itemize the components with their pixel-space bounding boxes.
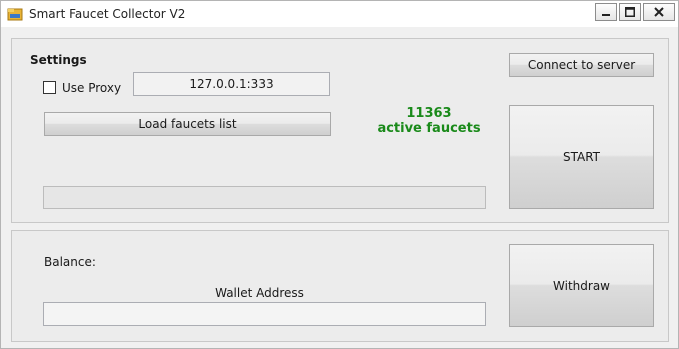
window-title: Smart Faucet Collector V2 xyxy=(29,7,186,21)
progress-bar xyxy=(43,186,486,209)
load-faucets-button[interactable]: Load faucets list xyxy=(44,112,331,136)
folder-app-icon xyxy=(7,6,23,22)
app-window: Smart Faucet Collector V2 Settings Use P… xyxy=(0,0,679,349)
connect-server-button[interactable]: Connect to server xyxy=(509,53,654,77)
wallet-group: Balance: Wallet Address Withdraw xyxy=(11,230,669,342)
minimize-button[interactable] xyxy=(595,3,617,21)
wallet-address-input[interactable] xyxy=(43,302,486,326)
settings-group: Settings Use Proxy Load faucets list 113… xyxy=(11,38,669,223)
faucet-count-display: 11363 active faucets xyxy=(355,106,503,136)
use-proxy-checkbox[interactable] xyxy=(43,81,56,94)
minimize-icon xyxy=(602,14,610,16)
withdraw-button[interactable]: Withdraw xyxy=(509,244,654,327)
wallet-address-label: Wallet Address xyxy=(215,286,304,300)
faucet-count-label: active faucets xyxy=(377,121,481,136)
title-bar[interactable]: Smart Faucet Collector V2 xyxy=(1,1,678,27)
balance-label: Balance: xyxy=(44,255,96,269)
close-button[interactable] xyxy=(643,3,675,21)
faucet-count-value: 11363 xyxy=(406,106,452,121)
start-button[interactable]: START xyxy=(509,105,654,209)
close-icon xyxy=(654,7,664,17)
proxy-address-input[interactable] xyxy=(133,72,330,96)
maximize-icon xyxy=(625,7,635,17)
maximize-button[interactable] xyxy=(619,3,641,21)
settings-heading: Settings xyxy=(30,53,87,67)
use-proxy-label: Use Proxy xyxy=(62,81,122,95)
